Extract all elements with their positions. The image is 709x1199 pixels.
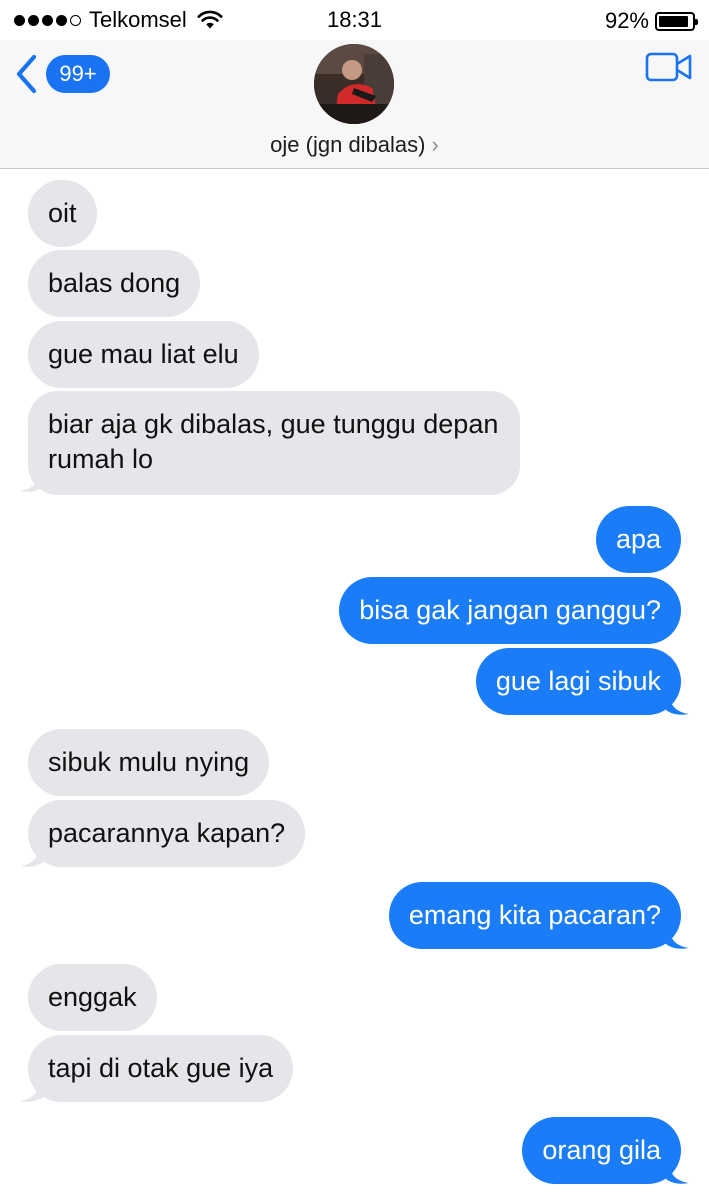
message-text: pacarannya kapan? (48, 818, 286, 848)
battery-percent: 92% (604, 8, 649, 33)
message-bubble-outgoing[interactable]: apa (595, 506, 681, 573)
video-call-button[interactable] (645, 52, 693, 87)
message-text: biar aja gk dibalas, gue tunggu depan (48, 409, 499, 439)
message-bubble-outgoing[interactable]: orang gila (522, 1117, 681, 1184)
message-text: tapi di otak gue iya (48, 1053, 274, 1083)
message-bubble-incoming[interactable]: oit (28, 180, 97, 247)
video-camera-icon (645, 52, 692, 82)
message-text: enggak (48, 982, 137, 1012)
bubble-tail (20, 469, 46, 492)
bubble-tail (20, 1079, 46, 1102)
message-text: bisa gak jangan ganggu? (359, 595, 661, 625)
message-bubble-incoming[interactable]: biar aja gk dibalas, gue tunggu depan ru… (28, 391, 521, 495)
bubble-tail (663, 926, 689, 949)
message-text: emang kita pacaran? (408, 900, 661, 930)
message-bubble-incoming[interactable]: tapi di otak gue iya (28, 1035, 294, 1102)
message-text: gue lagi sibuk (495, 666, 661, 696)
unread-count-badge: 99+ (46, 55, 110, 93)
chevron-right-icon: › (431, 132, 439, 157)
message-bubble-outgoing[interactable]: emang kita pacaran? (388, 882, 681, 949)
contact-name-button[interactable]: oje (jgn dibalas) › (0, 132, 709, 158)
message-bubble-incoming[interactable]: enggak (28, 964, 157, 1031)
message-bubble-incoming[interactable]: sibuk mulu nying (28, 729, 270, 796)
message-bubble-outgoing[interactable]: bisa gak jangan ganggu? (339, 577, 681, 644)
contact-avatar[interactable] (314, 44, 394, 124)
bubble-tail (663, 1161, 689, 1184)
message-text: oit (48, 198, 77, 228)
battery-icon (655, 11, 698, 31)
back-button[interactable]: 99+ (14, 54, 110, 94)
bubble-tail (20, 844, 46, 867)
chevron-left-icon (16, 54, 37, 94)
status-right: 92% (604, 8, 698, 34)
status-time: 18:31 (326, 7, 383, 32)
message-text: rumah lo (48, 444, 154, 474)
avatar-photo (314, 44, 394, 124)
message-bubble-incoming[interactable]: pacarannya kapan? (28, 800, 306, 867)
message-bubble-incoming[interactable]: balas dong (28, 250, 201, 317)
message-text: apa (615, 524, 661, 554)
message-text: orang gila (542, 1135, 661, 1165)
message-bubble-incoming[interactable]: gue mau liat elu (28, 321, 259, 388)
status-bar: Telkomsel 18:31 92% (0, 0, 709, 40)
message-text: balas dong (48, 268, 181, 298)
message-bubble-outgoing[interactable]: gue lagi sibuk (475, 648, 681, 715)
message-text: sibuk mulu nying (48, 747, 250, 777)
battery-fill (659, 15, 689, 27)
message-text: gue mau liat elu (48, 339, 239, 369)
conversation-header: 99+ oje (jgn dibalas) › (0, 40, 709, 169)
bubble-tail (663, 692, 689, 715)
contact-name: oje (jgn dibalas) (270, 132, 426, 157)
